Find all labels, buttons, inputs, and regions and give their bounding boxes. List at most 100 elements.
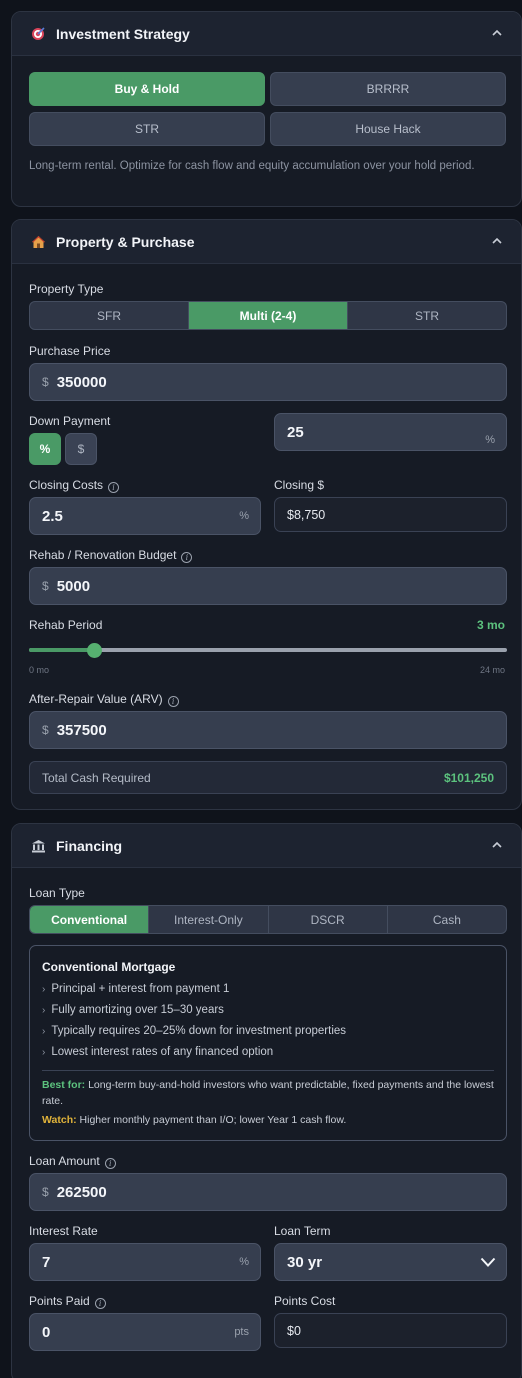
loan-type-selector: Conventional Interest-Only DSCR Cash	[29, 905, 507, 934]
target-icon	[30, 26, 46, 42]
loan-amount-label: Loan Amount i	[29, 1154, 116, 1169]
info-icon[interactable]: i	[108, 482, 120, 493]
loan-type-conventional[interactable]: Conventional	[30, 906, 150, 933]
list-item: › Typically requires 20–25% down for inve…	[42, 1025, 346, 1046]
strategy-brrrr-button[interactable]: BRRRR	[270, 72, 506, 106]
chevron-right-icon: ›	[42, 984, 46, 995]
strategy-house-hack-button[interactable]: House Hack	[270, 112, 506, 146]
property-purchase-header[interactable]: Property & Purchase	[12, 220, 521, 264]
points-paid-label: Points Paid i	[29, 1294, 106, 1309]
watch-label: Watch:	[42, 1114, 77, 1126]
rehab-period-value: 3 mo	[476, 618, 505, 632]
financing-header[interactable]: Financing	[12, 824, 521, 868]
chevron-right-icon: ›	[42, 1005, 46, 1016]
loan-info-list: › Principal + interest from payment 1 › Fu…	[42, 983, 346, 1067]
loan-term-value: 30 yr	[287, 1253, 323, 1271]
watch-text: Higher monthly payment than I/O; lower Y…	[79, 1114, 347, 1126]
points-cost-readout: $0	[274, 1313, 507, 1348]
rehab-period-slider-fill	[29, 648, 95, 652]
arv-label: After-Repair Value (ARV) i	[29, 692, 179, 707]
purchase-price-value: 350000	[56, 373, 107, 391]
info-icon[interactable]: i	[104, 1158, 116, 1169]
points-cost-label: Points Cost	[274, 1294, 336, 1308]
points-paid-label-text: Points Paid	[29, 1294, 90, 1308]
strategy-str-button[interactable]: STR	[29, 112, 265, 146]
strategy-buy-hold-button[interactable]: Buy & Hold	[29, 72, 265, 106]
chevron-up-icon[interactable]	[491, 839, 503, 851]
loan-amount-value: 262500	[56, 1183, 107, 1201]
house-icon	[30, 234, 46, 250]
points-cost-value: $0	[287, 1323, 301, 1338]
total-cash-required: Total Cash Required $101,250	[29, 761, 507, 794]
percent-suffix: %	[485, 434, 495, 446]
list-item-text: Principal + interest from payment 1	[51, 983, 230, 995]
closing-costs-label: Closing Costs i	[29, 478, 120, 493]
property-type-label: Property Type	[29, 282, 104, 296]
pts-suffix: pts	[234, 1326, 249, 1338]
loan-info-title: Conventional Mortgage	[42, 960, 176, 974]
arv-value: 357500	[56, 721, 107, 739]
down-payment-label: Down Payment	[29, 414, 111, 428]
dollar-prefix: $	[42, 723, 49, 737]
property-type-selector: SFR Multi (2-4) STR	[29, 301, 507, 330]
divider	[42, 1070, 494, 1071]
chevron-right-icon: ›	[42, 1047, 46, 1058]
best-for-text: Long-term buy-and-hold investors who wan…	[42, 1079, 494, 1107]
interest-rate-label: Interest Rate	[29, 1224, 98, 1238]
info-icon[interactable]: i	[94, 1298, 106, 1309]
loan-type-interest-only[interactable]: Interest-Only	[149, 906, 269, 933]
closing-costs-label-text: Closing Costs	[29, 478, 104, 492]
loan-type-info-box: Conventional Mortgage › Principal + inter…	[29, 945, 507, 1141]
dollar-prefix: $	[42, 579, 49, 593]
total-cash-label: Total Cash Required	[42, 770, 151, 785]
loan-term-select[interactable]: 30 yr	[274, 1243, 507, 1281]
interest-rate-input[interactable]: 7 %	[29, 1243, 261, 1281]
down-payment-value: 25	[287, 423, 304, 441]
down-payment-input[interactable]: 25 %	[274, 413, 507, 451]
purchase-price-input[interactable]: $ 350000	[29, 363, 507, 401]
list-item-text: Fully amortizing over 15–30 years	[51, 1004, 224, 1016]
closing-costs-value: 2.5	[42, 507, 63, 525]
section-title: Property & Purchase	[56, 233, 195, 250]
list-item-text: Lowest interest rates of any financed op…	[51, 1046, 274, 1058]
property-purchase-card: Property & Purchase Property Type SFR Mu…	[11, 219, 522, 810]
property-type-sfr[interactable]: SFR	[30, 302, 189, 329]
info-icon[interactable]: i	[167, 696, 179, 707]
rehab-period-label: Rehab Period	[29, 618, 103, 632]
closing-costs-input[interactable]: 2.5 %	[29, 497, 261, 535]
list-item: › Lowest interest rates of any financed o…	[42, 1046, 346, 1067]
investment-strategy-header[interactable]: Investment Strategy	[12, 12, 521, 56]
chevron-down-icon	[480, 1257, 496, 1267]
financing-card: Financing Loan Type Conventional Interes…	[11, 823, 522, 1378]
down-payment-percent-toggle[interactable]: %	[29, 433, 61, 465]
total-cash-value: $101,250	[443, 770, 494, 785]
rehab-budget-label-text: Rehab / Renovation Budget	[29, 548, 177, 562]
loan-type-dscr[interactable]: DSCR	[269, 906, 388, 933]
down-payment-dollar-toggle[interactable]: $	[65, 433, 97, 465]
list-item: › Fully amortizing over 15–30 years	[42, 1004, 346, 1025]
chevron-up-icon[interactable]	[491, 235, 503, 247]
bank-icon	[30, 838, 46, 854]
closing-dollar-readout: $8,750	[274, 497, 507, 532]
strategy-description: Long-term rental. Optimize for cash flow…	[29, 160, 475, 172]
section-title: Financing	[56, 837, 123, 854]
percent-suffix: %	[239, 510, 249, 522]
loan-amount-label-text: Loan Amount	[29, 1154, 100, 1168]
chevron-up-icon[interactable]	[491, 27, 503, 39]
arv-input[interactable]: $ 357500	[29, 711, 507, 749]
points-paid-value: 0	[42, 1323, 51, 1341]
dollar-prefix: $	[42, 375, 49, 389]
property-type-multi[interactable]: Multi (2-4)	[189, 302, 348, 329]
points-paid-input[interactable]: 0 pts	[29, 1313, 261, 1351]
loan-term-label: Loan Term	[274, 1224, 331, 1238]
rehab-period-slider-thumb[interactable]	[86, 643, 102, 658]
rehab-budget-input[interactable]: $ 5000	[29, 567, 507, 605]
loan-type-cash[interactable]: Cash	[388, 906, 506, 933]
chevron-right-icon: ›	[42, 1026, 46, 1037]
purchase-price-label: Purchase Price	[29, 344, 111, 358]
best-for-note: Best for: Long-term buy-and-hold investo…	[42, 1077, 502, 1109]
property-type-str[interactable]: STR	[348, 302, 506, 329]
info-icon[interactable]: i	[181, 552, 193, 563]
loan-amount-input[interactable]: $ 262500	[29, 1173, 507, 1211]
rehab-budget-label: Rehab / Renovation Budget i	[29, 548, 193, 563]
